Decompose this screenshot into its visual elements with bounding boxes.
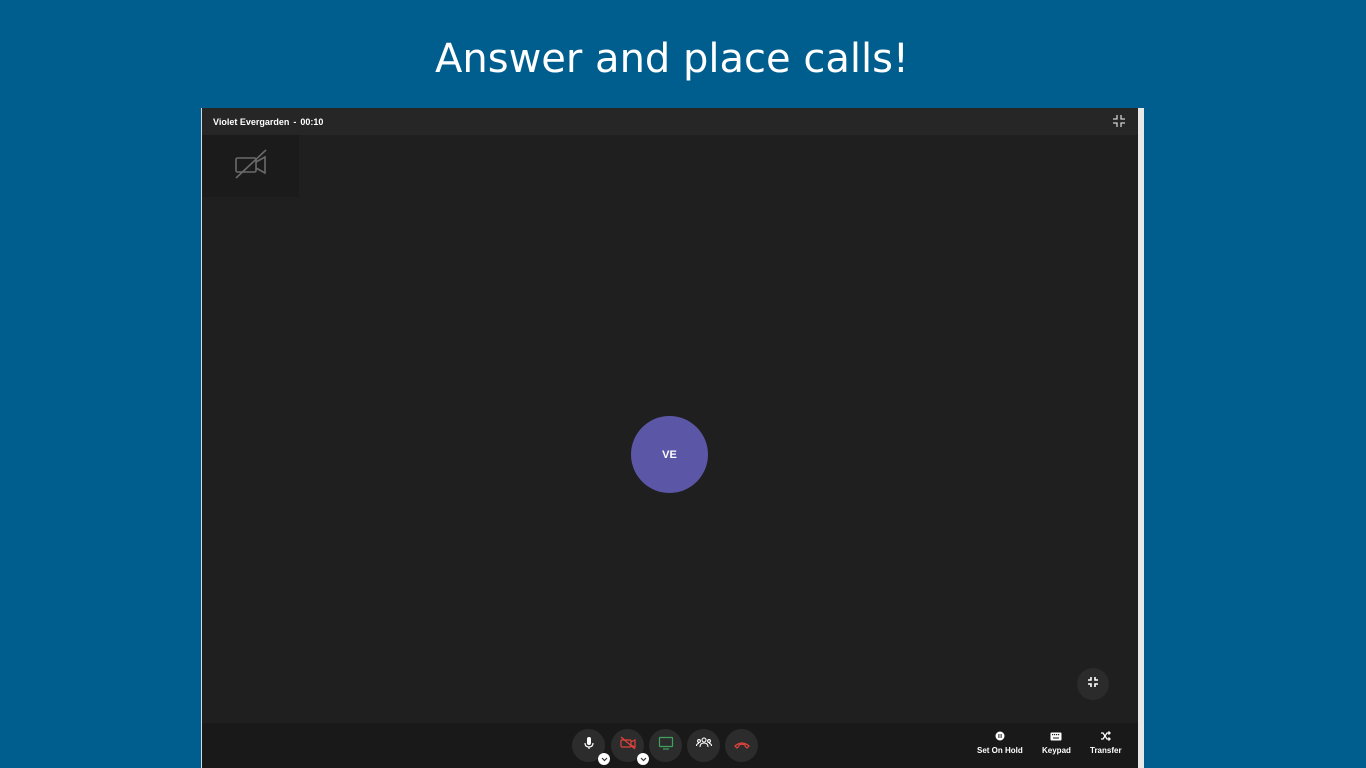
hang-up-button[interactable] [725, 729, 758, 762]
participants-button[interactable] [687, 729, 720, 762]
call-titlebar: Violet Evergarden - 00:10 [202, 108, 1138, 135]
exit-fullscreen-icon[interactable] [1112, 114, 1126, 128]
call-window: Violet Evergarden - 00:10 VE Set On Hold… [201, 108, 1144, 768]
mic-options-chevron-down-icon[interactable] [598, 753, 610, 765]
monitor-icon [658, 736, 674, 755]
screen-share-button[interactable] [649, 729, 682, 762]
contact-avatar: VE [631, 416, 708, 493]
hold-button[interactable]: Set On Hold [977, 729, 1023, 755]
people-icon [695, 736, 712, 755]
transfer-button[interactable]: Transfer [1090, 729, 1122, 755]
camera-off-icon [619, 736, 636, 755]
microphone-icon [583, 736, 595, 755]
avatar-initials: VE [662, 448, 677, 461]
phone-hangup-icon [733, 737, 750, 755]
transfer-label: Transfer [1090, 746, 1122, 755]
minimize-call-button[interactable] [1077, 668, 1109, 700]
keyboard-icon [1049, 729, 1063, 743]
exit-fullscreen-icon [1087, 675, 1099, 693]
keypad-button[interactable]: Keypad [1042, 729, 1071, 755]
self-video-preview [203, 135, 299, 197]
camera-options-chevron-down-icon[interactable] [637, 753, 649, 765]
call-control-bar: Set On Hold Keypad Transfer [202, 723, 1138, 768]
camera-off-icon [234, 148, 268, 184]
call-duration: 00:10 [300, 116, 324, 127]
contact-name: Violet Evergarden [213, 116, 290, 127]
camera-toggle-button[interactable] [611, 729, 649, 765]
page-headline: Answer and place calls! [435, 36, 909, 82]
pause-icon [993, 729, 1007, 743]
title-separator: - [293, 116, 297, 127]
mute-button[interactable] [572, 729, 610, 765]
keypad-label: Keypad [1042, 746, 1071, 755]
shuffle-icon [1099, 729, 1113, 743]
hold-label: Set On Hold [977, 746, 1023, 755]
